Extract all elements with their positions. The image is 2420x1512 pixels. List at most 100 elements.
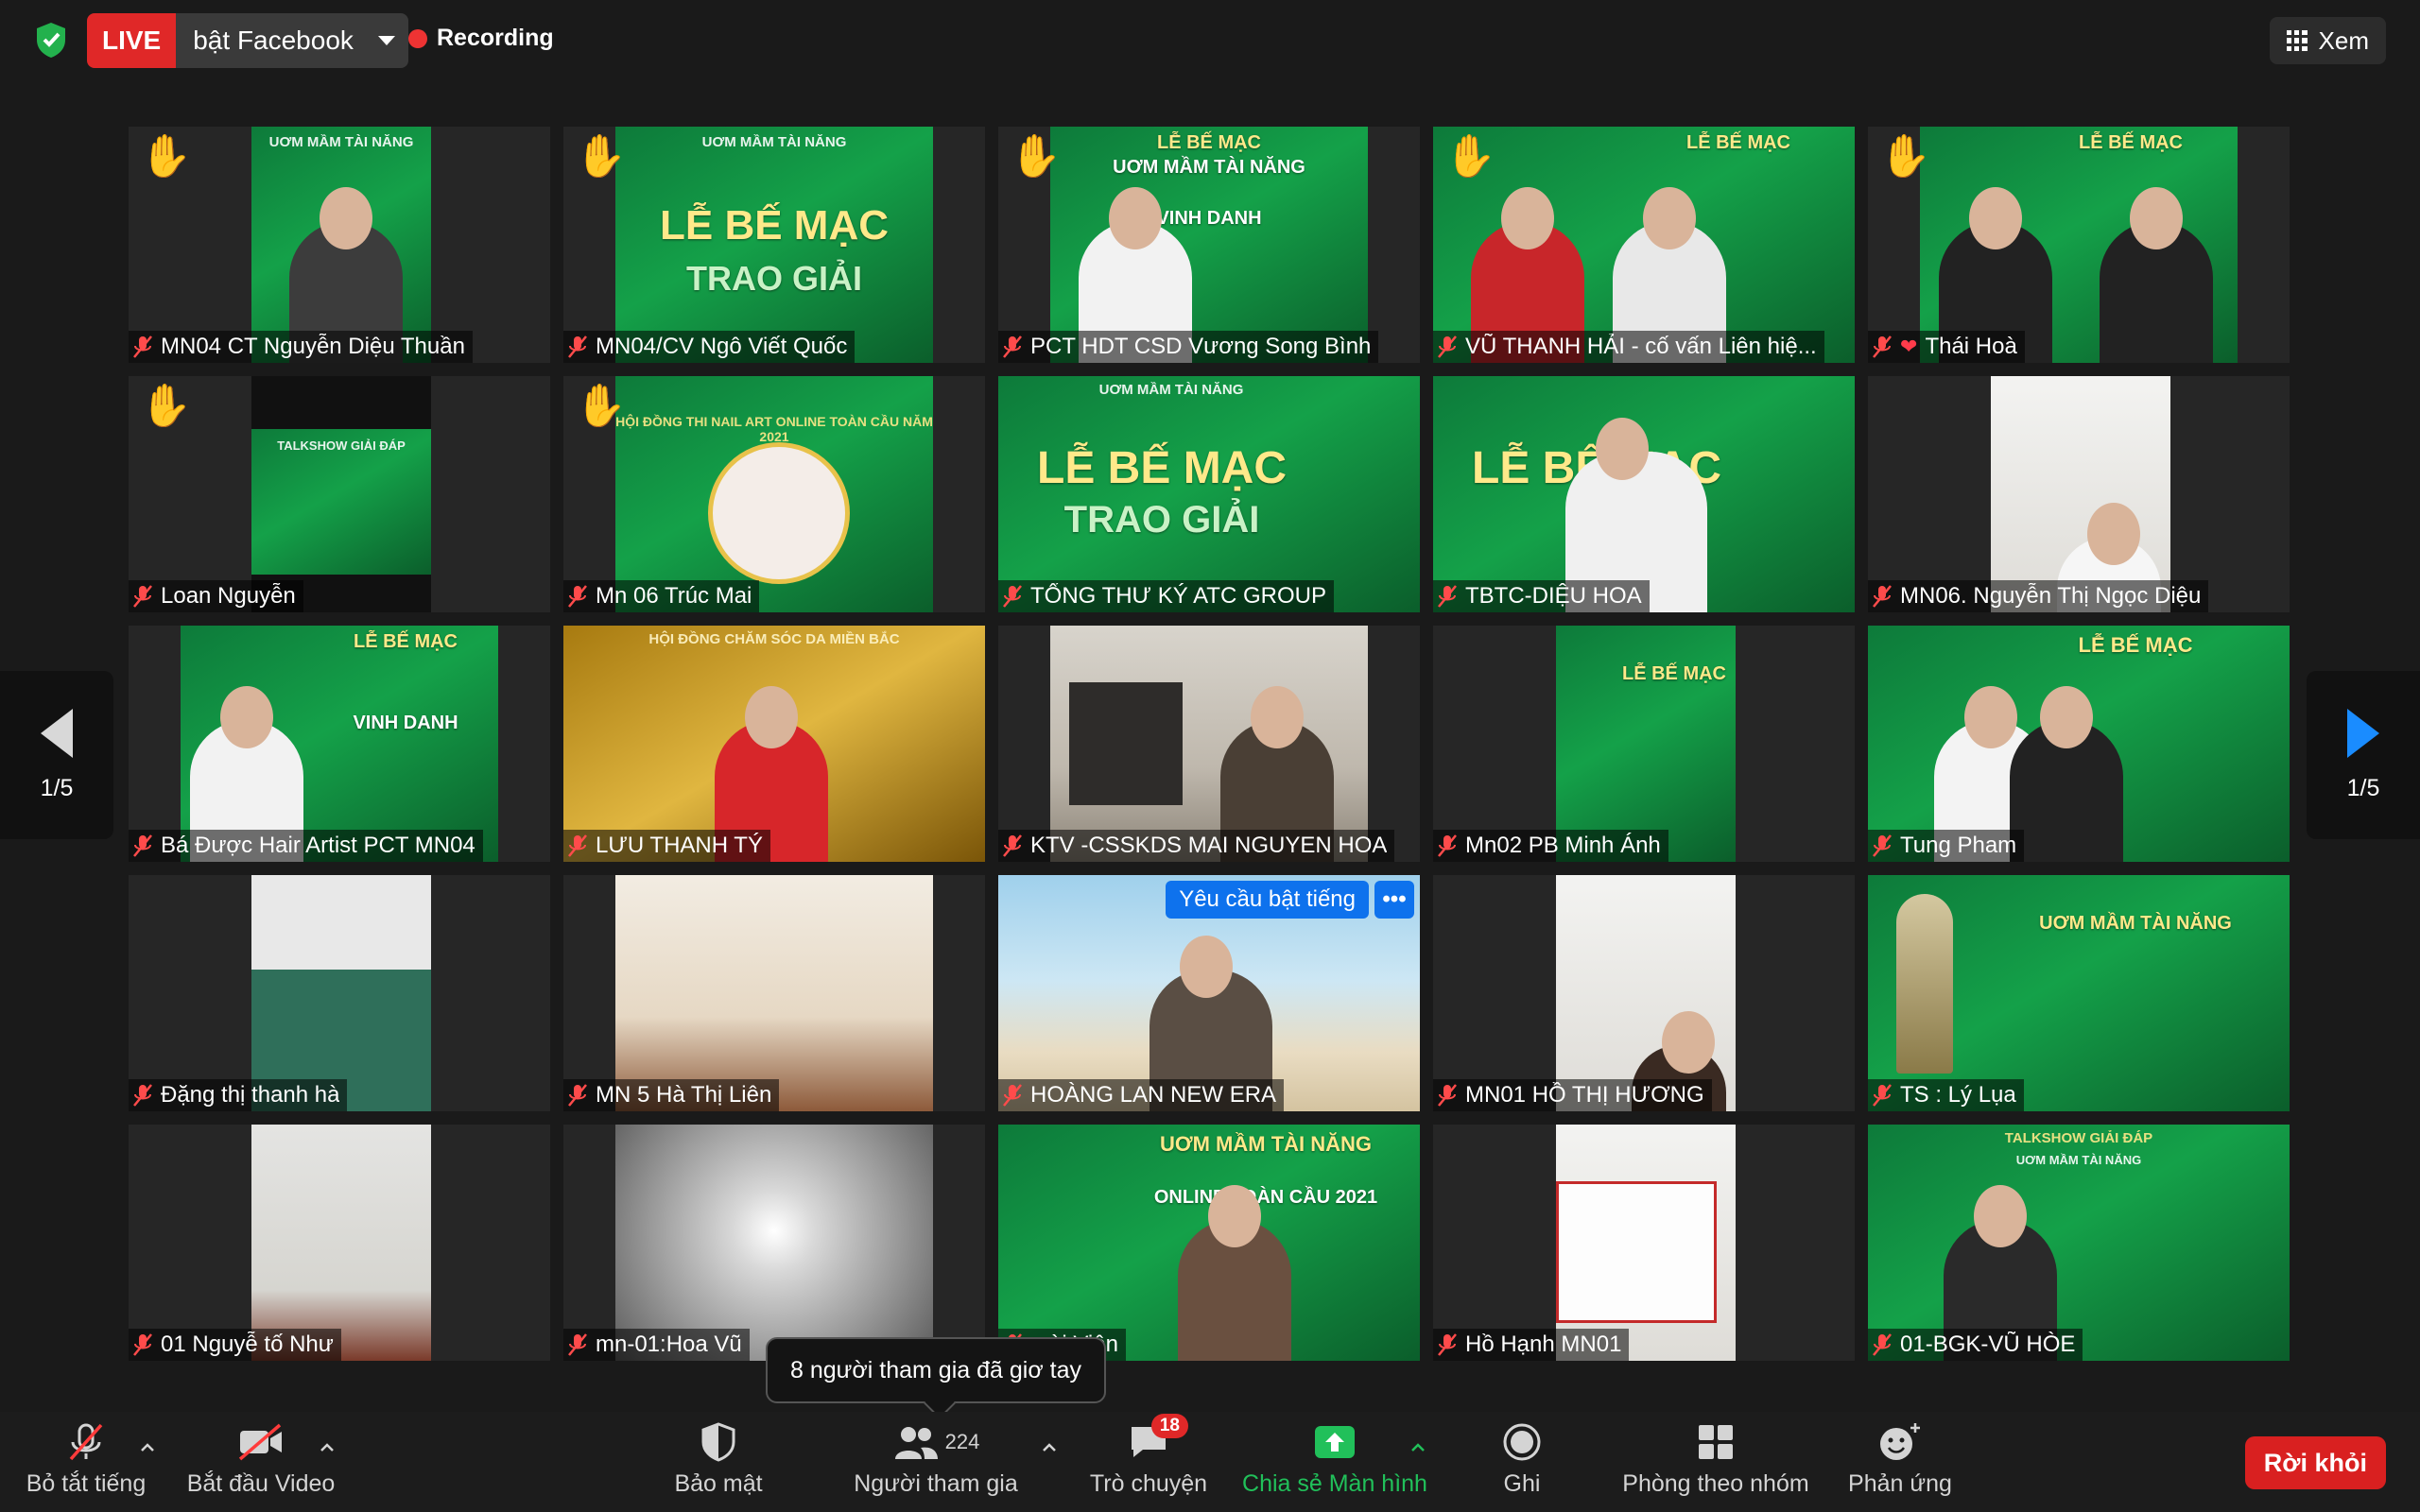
mic-muted-icon: [1873, 585, 1892, 608]
poster-image: TALKSHOW GIẢI ĐÁP: [251, 429, 431, 575]
video-feed: LỄ BẾ MẠC: [1920, 127, 2238, 363]
record-button[interactable]: Ghi: [1494, 1421, 1550, 1498]
participant-tile[interactable]: Hồ Hạnh MN01: [1433, 1125, 1855, 1361]
view-label: Xem: [2318, 26, 2369, 55]
unmute-button[interactable]: Bỏ tắt tiếng: [25, 1421, 147, 1498]
request-unmute-button[interactable]: Yêu cầu bật tiếng: [1166, 881, 1369, 919]
heart-reaction-icon: ❤: [1900, 335, 1918, 358]
more-options-button[interactable]: •••: [1374, 881, 1414, 919]
grid-view-icon: [2286, 30, 2308, 51]
name-tag: mn-01:Hoa Vũ: [563, 1329, 750, 1361]
leave-meeting-button[interactable]: Rời khỏi: [2244, 1436, 2386, 1489]
poster-text: LỄ BẾ MẠC: [660, 202, 889, 249]
name-tag: ❤ Thái Hoà: [1868, 331, 2025, 363]
name-tag: MN01 HỒ THỊ HƯƠNG: [1433, 1079, 1712, 1111]
portrait-frame: [708, 442, 850, 584]
chevron-down-icon: [377, 36, 395, 45]
poster-text: TRAO GIẢI: [1063, 499, 1260, 541]
participant-tile[interactable]: LỄ BẾ MẠC VINH DANH Bá Được Hair Artist …: [129, 626, 550, 862]
name-tag: TỔNG THƯ KÝ ATC GROUP: [998, 580, 1334, 612]
participant-tile[interactable]: UƠM MẦM TÀI NĂNG LỄ BẾ MẠC TRAO GIẢI ✋ M…: [563, 127, 985, 363]
participant-tile[interactable]: Đặng thị thanh hà: [129, 875, 550, 1111]
name-tag: 01-BGK-VŨ HÒE: [1868, 1329, 2083, 1361]
recording-indicator[interactable]: Recording: [408, 25, 554, 52]
participant-tile[interactable]: Yêu cầu bật tiếng ••• HOÀNG LAN NEW ERA: [998, 875, 1420, 1111]
participants-options-chevron-icon[interactable]: [1040, 1438, 1059, 1457]
video-options-chevron-icon[interactable]: [318, 1438, 337, 1457]
audio-options-chevron-icon[interactable]: [138, 1438, 157, 1457]
participants-label: Người tham gia: [854, 1470, 1018, 1497]
participant-tile[interactable]: LỄ BẾ MẠC UƠM MẦM TÀI NĂNG VINH DANH ✋ P…: [998, 127, 1420, 363]
video-feed: TALKSHOW GIẢI ĐÁP UƠM MẦM TÀI NĂNG: [1868, 1125, 2290, 1361]
name-tag: PCT HDT CSD Vương Song Bình: [998, 331, 1379, 363]
next-page-button[interactable]: 1/5: [2307, 671, 2420, 839]
chat-button[interactable]: 18 Trò chuyện: [1087, 1414, 1210, 1498]
participant-name: HOÀNG LAN NEW ERA: [1030, 1082, 1277, 1108]
participant-tile[interactable]: LỄ BẾ MẠC ✋ VŨ THANH HẢI - cố vấn Liên h…: [1433, 127, 1855, 363]
previous-page-button[interactable]: 1/5: [0, 671, 113, 839]
mic-muted-icon: [1873, 834, 1892, 857]
video-feed: [1991, 376, 2170, 612]
participant-tile[interactable]: LỄ BẾ MẠC Mn02 PB Minh Ánh: [1433, 626, 1855, 862]
poster-text: HỘI ĐỒNG CHĂM SÓC DA MIỀN BẮC: [648, 631, 900, 647]
participants-button[interactable]: 224 Người tham gia: [851, 1421, 1021, 1498]
participants-icon: 224: [879, 1421, 993, 1463]
share-screen-button[interactable]: Chia sẻ Màn hình: [1240, 1421, 1429, 1498]
mic-muted-icon: [1003, 1084, 1022, 1107]
participant-tile[interactable]: LỄ BẾ MẠC TBTC-DIỆU HOA: [1433, 376, 1855, 612]
participant-tile[interactable]: UƠM MẦM TÀI NĂNG ✋ MN04 CT Nguyễn Diệu T…: [129, 127, 550, 363]
video-off-icon: [233, 1421, 289, 1463]
video-feed: UƠM MẦM TÀI NĂNG ONLINE TOÀN CẦU 2021: [998, 1125, 1420, 1361]
participant-name: TBTC-DIỆU HOA: [1465, 583, 1642, 609]
video-feed: [251, 1125, 431, 1361]
participant-tile[interactable]: UƠM MẦM TÀI NĂNG LỄ BẾ MẠC TRAO GIẢI TỔN…: [998, 376, 1420, 612]
breakout-rooms-button[interactable]: Phòng theo nhóm: [1616, 1421, 1815, 1498]
raised-hands-tooltip: 8 người tham gia đã giơ tay: [766, 1337, 1106, 1403]
participant-tile[interactable]: HỘI ĐỒNG THI NAIL ART ONLINE TOÀN CẦU NĂ…: [563, 376, 985, 612]
video-feed: [615, 1125, 933, 1361]
mic-muted-icon: [568, 585, 587, 608]
security-button[interactable]: Bảo mật: [662, 1421, 775, 1498]
record-label: Ghi: [1503, 1470, 1541, 1497]
participant-tile[interactable]: HỘI ĐỒNG CHĂM SÓC DA MIỀN BẮC LƯU THANH …: [563, 626, 985, 862]
participant-name: Hồ Hạnh MN01: [1465, 1332, 1622, 1357]
participant-name: 01-BGK-VŨ HÒE: [1900, 1332, 2076, 1357]
participant-name: Mn02 PB Minh Ánh: [1465, 833, 1661, 858]
participant-tile[interactable]: MN01 HỒ THỊ HƯƠNG: [1433, 875, 1855, 1111]
participant-tile[interactable]: LỄ BẾ MẠC ✋ ❤ Thái Hoà: [1868, 127, 2290, 363]
participant-name: Tung Pham: [1900, 833, 2017, 858]
participant-tile[interactable]: TALKSHOW GIẢI ĐÁP UƠM MẦM TÀI NĂNG 01-BG…: [1868, 1125, 2290, 1361]
participant-tile[interactable]: KTV -CSSKDS MAI NGUYEN HOA: [998, 626, 1420, 862]
poster-text: UƠM MẦM TÀI NĂNG: [1159, 1132, 1373, 1156]
video-feed: [615, 875, 933, 1111]
participant-tile[interactable]: UƠM MẦM TÀI NĂNG ONLINE TOÀN CẦU 2021 ..…: [998, 1125, 1420, 1361]
participant-name: MN04/CV Ngô Viết Quốc: [596, 334, 848, 359]
mic-muted-icon: [133, 1333, 152, 1356]
video-gallery: UƠM MẦM TÀI NĂNG ✋ MN04 CT Nguyễn Diệu T…: [129, 127, 2291, 1363]
reactions-button[interactable]: Phản ứng: [1843, 1421, 1957, 1498]
participant-tile[interactable]: LỄ BẾ MẠC Tung Pham: [1868, 626, 2290, 862]
name-tag: MN06. Nguyễn Thị Ngọc Diệu: [1868, 580, 2209, 612]
mic-muted-icon: [1438, 335, 1457, 358]
participant-tile[interactable]: mn-01:Hoa Vũ: [563, 1125, 985, 1361]
participant-tile[interactable]: UƠM MẦM TÀI NĂNG TS : Lý Lụa: [1868, 875, 2290, 1111]
participant-tile[interactable]: 01 Nguyễ tố Như: [129, 1125, 550, 1361]
poster-text: LỄ BẾ MẠC: [1037, 443, 1287, 493]
participant-name: MN04 CT Nguyễn Diệu Thuần: [161, 334, 465, 359]
poster-text: LỄ BẾ MẠC: [354, 631, 458, 652]
video-feed: UƠM MẦM TÀI NĂNG LỄ BẾ MẠC TRAO GIẢI: [615, 127, 933, 363]
start-video-button[interactable]: Bắt đầu Video: [185, 1421, 337, 1498]
live-stream-control[interactable]: LIVE bật Facebook: [87, 13, 408, 68]
participant-tile[interactable]: MN06. Nguyễn Thị Ngọc Diệu: [1868, 376, 2290, 612]
mic-muted-icon: [1438, 1333, 1457, 1356]
live-badge: LIVE: [87, 13, 177, 68]
live-destination-menu[interactable]: bật Facebook: [176, 13, 408, 68]
mic-muted-icon: [568, 834, 587, 857]
participant-tile[interactable]: TALKSHOW GIẢI ĐÁP ✋ Loan Nguyễn: [129, 376, 550, 612]
poster-text: LỄ BẾ MẠC: [1157, 132, 1261, 153]
encryption-shield-icon[interactable]: [34, 21, 68, 59]
view-button[interactable]: Xem: [2269, 17, 2386, 64]
participant-tile[interactable]: MN 5 Hà Thị Liên: [563, 875, 985, 1111]
name-tag: Tung Pham: [1868, 830, 2025, 862]
share-options-chevron-icon[interactable]: [1409, 1438, 1427, 1457]
